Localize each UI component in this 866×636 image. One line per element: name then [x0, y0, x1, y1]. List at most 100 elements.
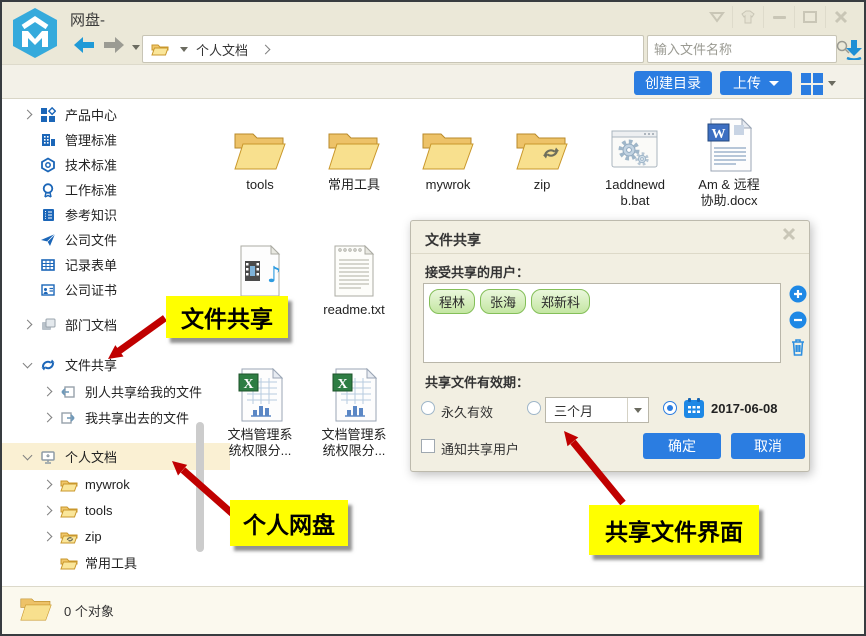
sidebar-item-shared-to-me[interactable]: 别人共享给我的文件 [2, 379, 250, 404]
recipient-tag[interactable]: 程林 [429, 289, 475, 314]
chevron-down-icon[interactable] [23, 359, 33, 369]
file-readme-txt[interactable]: readme.txt [309, 239, 399, 318]
file-label: 常用工具 [309, 177, 399, 193]
folder-icon [215, 114, 305, 172]
notify-checkbox[interactable] [421, 439, 435, 453]
svg-text:X: X [337, 377, 347, 392]
sidebar-item-technical-standards[interactable]: 技术标准 [2, 152, 230, 177]
sidebar-item-label: 个人文档 [65, 447, 117, 466]
clear-recipients-trash-icon[interactable] [789, 337, 807, 360]
status-bar: 0 个对象 [2, 586, 864, 634]
chevron-down-icon[interactable] [23, 451, 33, 461]
chevron-right-icon[interactable] [43, 413, 53, 423]
breadcrumb[interactable]: 个人文档 [142, 35, 644, 63]
file-tools[interactable]: tools [215, 114, 305, 193]
view-mode-grid-icon[interactable] [801, 73, 823, 95]
minimize-icon[interactable] [763, 6, 794, 28]
annotation-text: 共享文件界面 [605, 513, 743, 547]
dialog-close-icon[interactable] [781, 226, 801, 246]
app-window: 网盘- 个人文档 [0, 0, 866, 636]
sidebar-item-mywrok[interactable]: mywrok [2, 472, 250, 497]
upload-label: 上传 [733, 73, 761, 93]
view-mode-caret-icon[interactable] [828, 81, 836, 86]
modules-icon [40, 107, 60, 123]
forward-icon[interactable] [102, 36, 126, 59]
file-common-tools[interactable]: 常用工具 [309, 114, 399, 193]
sidebar-item-common-tools[interactable]: 常用工具 [2, 550, 250, 575]
share-out-icon [60, 410, 80, 426]
sidebar-item-file-share[interactable]: 文件共享 [2, 352, 230, 377]
recipient-tag[interactable]: 郑新科 [531, 289, 590, 314]
excel-file-icon: X [215, 364, 305, 422]
folder-icon [309, 114, 399, 172]
file-label: tools [215, 177, 305, 193]
forward-history-caret-icon[interactable] [132, 45, 140, 50]
file-share-dialog: 文件共享 接受共享的用户： 程林 张海 郑新科 共享文件有效期： [410, 220, 810, 472]
file-am-remote-docx[interactable]: W Am & 远程 协助.docx [684, 114, 774, 209]
period-select[interactable]: 三个月 [545, 397, 649, 423]
share-sync-icon [40, 357, 60, 373]
chevron-right-icon[interactable] [43, 480, 53, 490]
remove-recipient-icon[interactable] [789, 311, 807, 332]
breadcrumb-chevron-icon[interactable] [261, 44, 271, 54]
download-icon[interactable] [844, 38, 864, 65]
select-caret-icon[interactable] [627, 398, 648, 422]
sidebar-item-shared-by-me[interactable]: 我共享出去的文件 [2, 405, 250, 430]
date-radio[interactable] [663, 401, 677, 415]
sidebar-item-label: 部门文档 [65, 315, 117, 334]
sidebar-item-label: 参考知识 [65, 205, 117, 224]
chevron-right-icon[interactable] [23, 110, 33, 120]
medal-icon [40, 182, 60, 198]
chevron-right-icon[interactable] [43, 532, 53, 542]
sidebar-item-company-files[interactable]: 公司文件 [2, 227, 230, 252]
skin-icon[interactable] [732, 6, 763, 28]
maximize-icon[interactable] [794, 6, 825, 28]
file-mywrok[interactable]: mywrok [403, 114, 493, 193]
back-icon[interactable] [72, 36, 96, 59]
file-zip[interactable]: zip [497, 114, 587, 193]
permanent-radio[interactable] [421, 401, 435, 415]
chevron-right-icon[interactable] [23, 320, 33, 330]
sidebar-item-reference-knowledge[interactable]: 参考知识 [2, 202, 230, 227]
file-label: 文档管理系 统权限分... [309, 427, 399, 459]
annotation-text: 文件共享 [181, 300, 273, 334]
sidebar-item-work-standards[interactable]: 工作标准 [2, 177, 230, 202]
file-doc-mgmt-xls-1[interactable]: X 文档管理系 统权限分... [215, 364, 305, 459]
period-radio[interactable] [527, 401, 541, 415]
breadcrumb-dropdown-icon[interactable] [180, 47, 188, 52]
search-input[interactable] [648, 42, 836, 57]
file-label: readme.txt [309, 302, 399, 318]
calendar-icon[interactable] [683, 397, 705, 422]
upload-caret-icon [769, 81, 779, 86]
recipient-tag[interactable]: 张海 [480, 289, 526, 314]
file-media[interactable]: ♪ [215, 239, 305, 297]
annotation-text: 个人网盘 [243, 506, 335, 540]
recipients-label: 接受共享的用户： [425, 262, 529, 281]
file-doc-mgmt-xls-2[interactable]: X 文档管理系 统权限分... [309, 364, 399, 459]
recipients-listbox[interactable]: 程林 张海 郑新科 [423, 283, 781, 363]
sidebar-item-label: 公司证书 [65, 280, 117, 299]
department-icon [40, 317, 60, 333]
sidebar-item-zip[interactable]: zip [2, 524, 250, 549]
svg-text:X: X [243, 377, 253, 392]
cancel-button[interactable]: 取消 [731, 433, 805, 459]
app-logo-icon [10, 7, 60, 59]
breadcrumb-current-folder[interactable]: 个人文档 [196, 40, 248, 59]
create-directory-button[interactable]: 创建目录 [634, 71, 712, 95]
sidebar-item-record-forms[interactable]: 记录表单 [2, 252, 230, 277]
personal-docs-icon [40, 449, 60, 465]
close-icon[interactable] [825, 6, 856, 28]
menu-dropdown-icon[interactable] [702, 6, 732, 28]
chevron-right-icon[interactable] [43, 506, 53, 516]
file-1addnewdb-bat[interactable]: 1addnewd b.bat [590, 114, 680, 209]
sidebar-item-label: 文件共享 [65, 355, 117, 374]
date-value: 2017-06-08 [711, 401, 778, 416]
sidebar-item-product-center[interactable]: 产品中心 [2, 102, 230, 127]
sidebar-item-management-standards[interactable]: 管理标准 [2, 127, 230, 152]
chevron-right-icon[interactable] [43, 387, 53, 397]
ok-button[interactable]: 确定 [643, 433, 721, 459]
upload-button[interactable]: 上传 [720, 71, 792, 95]
sidebar-scrollbar[interactable] [196, 422, 204, 552]
sidebar-item-tools[interactable]: tools [2, 498, 250, 523]
add-recipient-icon[interactable] [789, 285, 807, 306]
